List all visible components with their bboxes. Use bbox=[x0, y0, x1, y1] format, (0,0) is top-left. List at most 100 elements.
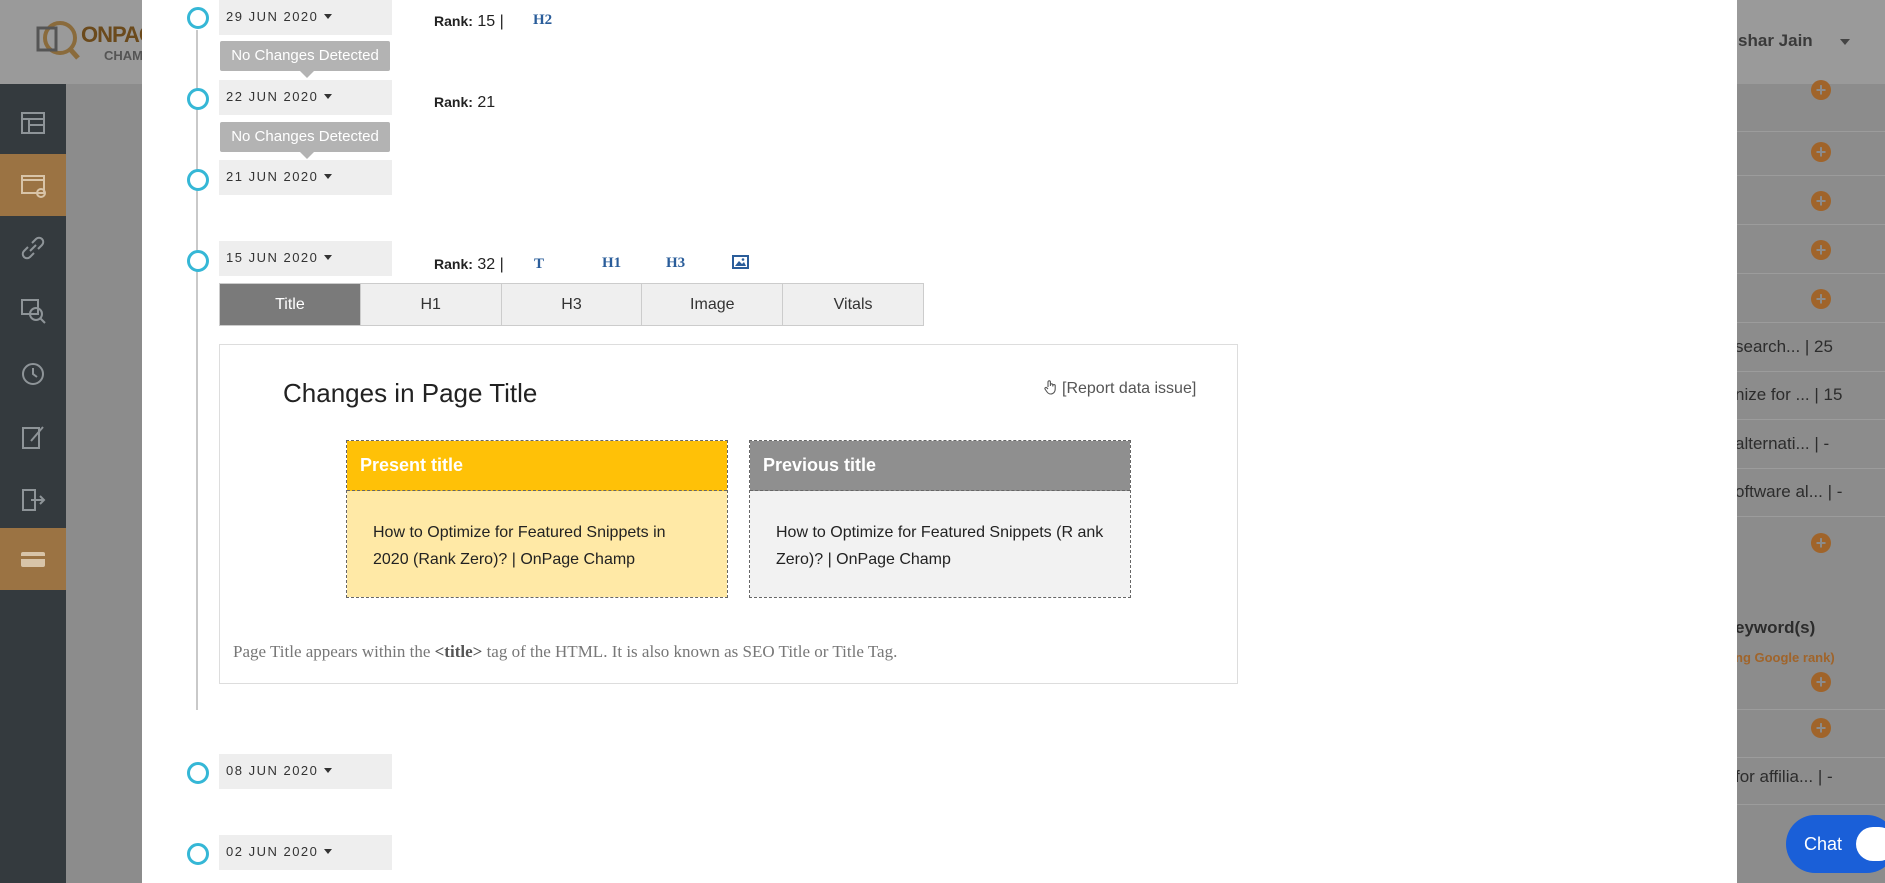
date-label: 08 JUN 2020 bbox=[226, 763, 319, 778]
image-search-icon bbox=[21, 299, 46, 324]
tag-h3[interactable]: H3 bbox=[666, 255, 685, 272]
keywords-subheading: ng Google rank) bbox=[1735, 650, 1835, 665]
list-item[interactable]: nize for ... | 15 bbox=[1735, 372, 1885, 420]
title-changes-panel: Changes in Page Title [Report data issue… bbox=[219, 344, 1238, 684]
report-data-issue-link[interactable]: [Report data issue] bbox=[1043, 379, 1196, 398]
report-link-label: [Report data issue] bbox=[1062, 380, 1197, 397]
timeline-dot bbox=[187, 250, 209, 272]
list-item: + bbox=[1735, 80, 1885, 132]
timeline-dot bbox=[187, 88, 209, 110]
page-history-modal: 29 JUN 2020 Rank: 15 | H2 No Changes Det… bbox=[142, 0, 1737, 883]
note-tag: <title> bbox=[434, 642, 483, 661]
previous-title-text: How to Optimize for Featured Snippets (R… bbox=[750, 491, 1130, 597]
add-icon[interactable]: + bbox=[1811, 191, 1831, 211]
date-dropdown[interactable]: 29 JUN 2020 bbox=[219, 0, 392, 35]
list-item: + bbox=[1735, 226, 1885, 274]
tab-h1[interactable]: H1 bbox=[361, 284, 502, 325]
present-title-card: Present title How to Optimize for Featur… bbox=[346, 440, 728, 598]
sidebar-item-logout[interactable] bbox=[0, 469, 66, 531]
tab-h3[interactable]: H3 bbox=[502, 284, 643, 325]
app-logo[interactable]: ONPAG CHAM bbox=[34, 18, 156, 68]
rank-info: Rank: 15 | bbox=[434, 13, 504, 31]
caret-down-icon bbox=[324, 14, 333, 19]
list-item: + bbox=[1735, 710, 1885, 758]
hand-pointer-icon bbox=[1044, 380, 1056, 395]
date-dropdown[interactable]: 02 JUN 2020 bbox=[219, 835, 392, 870]
present-title-label: Present title bbox=[347, 441, 727, 491]
timeline-dot bbox=[187, 762, 209, 784]
card-icon bbox=[21, 552, 45, 567]
date-dropdown[interactable]: 21 JUN 2020 bbox=[219, 160, 392, 195]
tab-image[interactable]: Image bbox=[642, 284, 784, 325]
date-dropdown[interactable]: 15 JUN 2020 bbox=[219, 241, 392, 276]
image-icon[interactable] bbox=[732, 255, 749, 269]
list-item: + bbox=[1735, 128, 1885, 176]
panel-title: Changes in Page Title bbox=[283, 378, 538, 408]
date-label: 15 JUN 2020 bbox=[226, 250, 319, 265]
link-icon bbox=[21, 236, 45, 260]
add-icon[interactable]: + bbox=[1811, 533, 1831, 553]
logo-magnifier-icon bbox=[36, 21, 80, 60]
list-item: + bbox=[1735, 275, 1885, 323]
sidebar-item-edit[interactable] bbox=[0, 406, 66, 468]
panel-note: Page Title appears within the <title> ta… bbox=[233, 642, 897, 662]
rank-info: Rank: 21 bbox=[434, 94, 495, 112]
rank-value: 21 bbox=[477, 94, 496, 111]
rank-value: 32 | bbox=[477, 256, 504, 273]
sidebar-item-history[interactable] bbox=[0, 343, 66, 405]
sidebar bbox=[0, 84, 66, 883]
rank-label: Rank: bbox=[434, 94, 473, 110]
tag-title[interactable]: T bbox=[534, 256, 544, 273]
chat-label: Chat bbox=[1804, 834, 1843, 854]
tag-h1[interactable]: H1 bbox=[602, 255, 621, 272]
timeline-dot bbox=[187, 7, 209, 29]
date-label: 21 JUN 2020 bbox=[226, 169, 319, 184]
add-icon[interactable]: + bbox=[1811, 289, 1831, 309]
table-icon bbox=[21, 112, 45, 134]
tag-h2[interactable]: H2 bbox=[533, 12, 552, 29]
present-title-text: How to Optimize for Featured Snippets in… bbox=[347, 491, 727, 597]
change-tabs: Title H1 H3 Image Vitals bbox=[219, 283, 924, 326]
list-item[interactable]: alternati... | - bbox=[1735, 421, 1885, 469]
no-changes-badge: No Changes Detected bbox=[220, 41, 390, 78]
rank-value: 15 | bbox=[477, 13, 504, 30]
keywords-heading: eyword(s) bbox=[1735, 618, 1816, 637]
logo-subtext: CHAM bbox=[104, 48, 143, 63]
add-icon[interactable]: + bbox=[1811, 718, 1831, 738]
caret-down-icon bbox=[324, 849, 333, 854]
sidebar-item-billing[interactable] bbox=[0, 528, 66, 590]
list-item: + bbox=[1735, 517, 1885, 565]
note-text: tag of the HTML. It is also known as SEO… bbox=[482, 642, 898, 661]
list-item: + bbox=[1735, 177, 1885, 225]
sidebar-item-image-search[interactable] bbox=[0, 280, 66, 342]
exit-icon bbox=[22, 489, 46, 511]
caret-down-icon bbox=[324, 255, 333, 260]
date-dropdown[interactable]: 22 JUN 2020 bbox=[219, 80, 392, 115]
date-dropdown[interactable]: 08 JUN 2020 bbox=[219, 754, 392, 789]
tab-title[interactable]: Title bbox=[220, 284, 361, 325]
tab-vitals[interactable]: Vitals bbox=[783, 284, 923, 325]
list-item: + bbox=[1735, 662, 1885, 710]
chat-button[interactable]: Chat bbox=[1786, 815, 1885, 873]
date-label: 29 JUN 2020 bbox=[226, 9, 319, 24]
add-icon[interactable]: + bbox=[1811, 672, 1831, 692]
page-check-icon bbox=[21, 175, 46, 198]
list-item[interactable]: oftware al... | - bbox=[1735, 469, 1885, 517]
sidebar-item-dashboard[interactable] bbox=[0, 92, 66, 154]
sidebar-item-links[interactable] bbox=[0, 217, 66, 279]
note-text: Page Title appears within the bbox=[233, 642, 435, 661]
rank-info: Rank: 32 | bbox=[434, 256, 504, 274]
rank-label: Rank: bbox=[434, 13, 473, 29]
add-icon[interactable]: + bbox=[1811, 142, 1831, 162]
add-icon[interactable]: + bbox=[1811, 240, 1831, 260]
add-icon[interactable]: + bbox=[1811, 80, 1831, 100]
chevron-down-icon[interactable] bbox=[1840, 39, 1850, 45]
sidebar-item-page-changes[interactable] bbox=[0, 154, 66, 216]
list-item[interactable]: search... | 25 bbox=[1735, 324, 1885, 372]
timeline-dot bbox=[187, 169, 209, 191]
rank-label: Rank: bbox=[434, 256, 473, 272]
previous-title-label: Previous title bbox=[750, 441, 1130, 491]
list-item[interactable]: for affilia... | - bbox=[1735, 757, 1885, 805]
history-icon bbox=[22, 363, 44, 385]
timeline-line bbox=[196, 30, 198, 710]
